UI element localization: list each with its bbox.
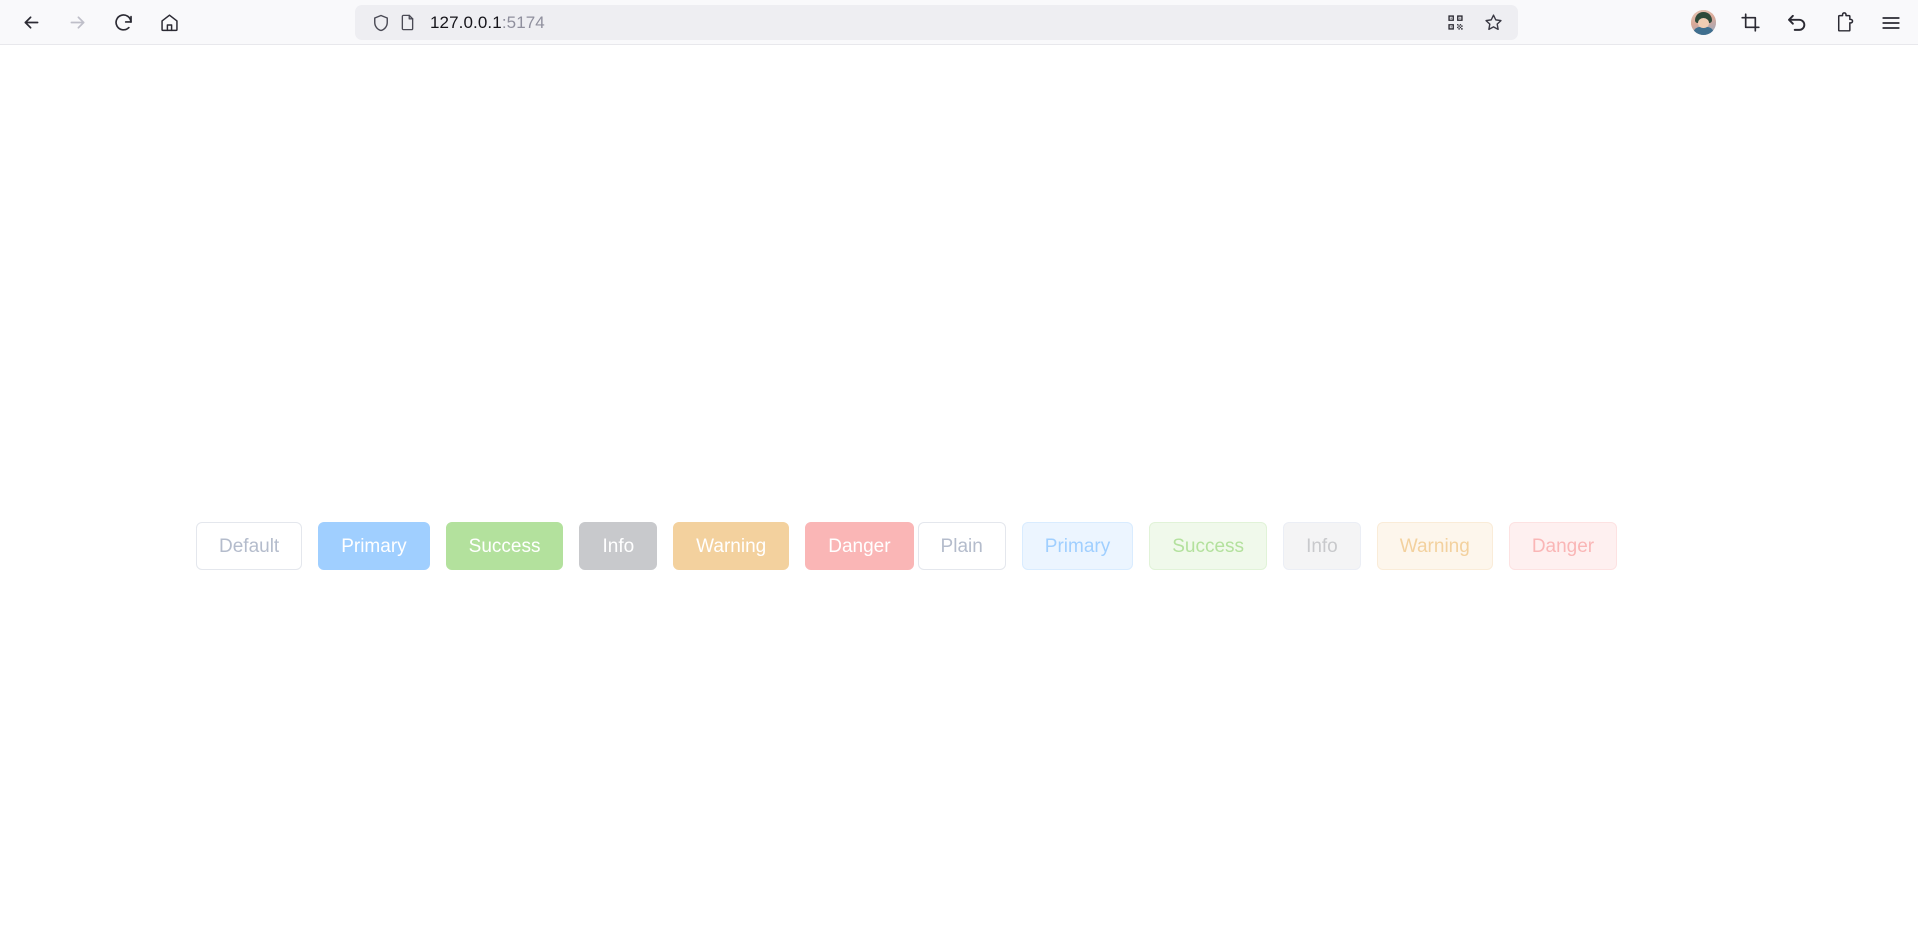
button-success[interactable]: Success bbox=[445, 522, 564, 570]
extensions-button[interactable] bbox=[1827, 6, 1861, 40]
button-plain-warning[interactable]: Warning bbox=[1376, 522, 1493, 570]
url-host: 127.0.0.1 bbox=[430, 12, 502, 32]
reload-button[interactable] bbox=[104, 5, 142, 39]
button-showcase-row: Default Primary Success Info Warning Danger Pl… bbox=[196, 522, 1618, 570]
back-button[interactable] bbox=[12, 5, 50, 39]
home-button[interactable] bbox=[150, 5, 188, 39]
account-button[interactable] bbox=[1686, 6, 1720, 40]
url-text: 127.0.0.1:5174 bbox=[420, 13, 1440, 33]
puzzle-piece-icon bbox=[1837, 12, 1853, 32]
app-menu-button[interactable] bbox=[1874, 6, 1908, 40]
button-plain-default[interactable]: Plain bbox=[917, 522, 1006, 570]
button-plain-success[interactable]: Success bbox=[1149, 522, 1268, 570]
forward-arrow-icon bbox=[70, 15, 84, 29]
page-content: Default Primary Success Info Warning Danger Pl… bbox=[0, 45, 1918, 944]
url-port: :5174 bbox=[501, 12, 545, 32]
undo-close-tab-button[interactable] bbox=[1780, 6, 1814, 40]
star-glyph bbox=[1484, 14, 1502, 31]
hamburger-menu-icon bbox=[1882, 16, 1900, 29]
reload-icon bbox=[114, 13, 132, 31]
button-info[interactable]: Info bbox=[579, 522, 658, 570]
button-plain-danger[interactable]: Danger bbox=[1508, 522, 1618, 570]
address-bar[interactable]: 127.0.0.1:5174 bbox=[355, 5, 1518, 40]
button-plain-info[interactable]: Info bbox=[1283, 522, 1361, 570]
shield-glyph bbox=[374, 14, 388, 31]
button-primary[interactable]: Primary bbox=[318, 522, 430, 570]
undo-arrow-icon bbox=[1788, 14, 1806, 31]
button-default[interactable]: Default bbox=[196, 522, 303, 570]
back-arrow-icon bbox=[24, 15, 38, 29]
home-icon bbox=[160, 13, 178, 31]
browser-toolbar-right bbox=[1686, 0, 1908, 45]
address-bar-actions bbox=[1440, 8, 1508, 38]
page-info-icon[interactable] bbox=[394, 10, 420, 36]
qr-code-glyph bbox=[1447, 15, 1463, 30]
screenshot-button[interactable] bbox=[1733, 6, 1767, 40]
avatar bbox=[1690, 10, 1716, 35]
forward-button[interactable] bbox=[58, 5, 96, 39]
browser-toolbar: 127.0.0.1:5174 bbox=[0, 0, 1918, 45]
button-warning[interactable]: Warning bbox=[673, 522, 790, 570]
shield-icon[interactable] bbox=[368, 10, 394, 36]
crop-icon bbox=[1740, 13, 1760, 32]
button-plain-primary[interactable]: Primary bbox=[1021, 522, 1134, 570]
navigation-button-group bbox=[0, 5, 188, 39]
bookmark-star-icon[interactable] bbox=[1478, 8, 1508, 38]
button-danger[interactable]: Danger bbox=[805, 522, 914, 570]
document-glyph bbox=[401, 14, 413, 31]
qr-code-icon[interactable] bbox=[1440, 8, 1470, 38]
